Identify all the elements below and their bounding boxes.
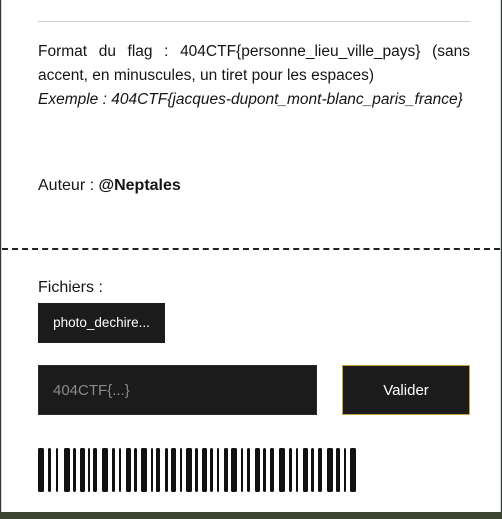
barcode-bar <box>195 448 198 492</box>
barcode-bar <box>80 448 85 492</box>
flag-input[interactable] <box>38 365 317 415</box>
barcode-bar <box>231 448 237 492</box>
barcode-bar <box>134 448 137 492</box>
author-line: Auteur : @Neptales <box>38 177 181 195</box>
barcode-bar <box>263 448 266 492</box>
barcode-bar <box>38 448 44 492</box>
barcode-bar <box>102 448 108 492</box>
barcode-bar <box>344 448 346 492</box>
barcode-bar <box>141 448 147 492</box>
barcode-bar <box>270 448 274 492</box>
barcode-bar <box>210 448 213 492</box>
barcode-bar <box>202 448 207 492</box>
barcode-bar <box>93 448 97 492</box>
background-strip <box>0 512 502 519</box>
top-divider <box>38 21 470 22</box>
barcode-bar <box>165 448 168 492</box>
barcode-bar <box>112 448 115 492</box>
file-download-button[interactable]: photo_dechire... <box>38 303 165 343</box>
barcode-bar <box>151 448 153 492</box>
barcode-bar <box>303 448 308 492</box>
author-label: Auteur : <box>38 177 99 194</box>
barcode-bar <box>336 448 340 492</box>
barcode-bar <box>119 448 121 492</box>
example-text: Exemple : 404CTF{jacques-dupont_mont-bla… <box>38 91 463 108</box>
barcode-bar <box>289 448 292 492</box>
barcode-bar <box>350 448 356 492</box>
barcode-bar <box>296 448 298 492</box>
barcode-bar <box>255 448 260 492</box>
barcode-bar <box>224 448 228 492</box>
barcode-bar <box>64 448 70 492</box>
barcode-bar <box>327 448 333 492</box>
barcode-bar <box>48 448 51 492</box>
files-label: Fichiers : <box>38 279 103 296</box>
barcode-bar <box>180 448 182 492</box>
flag-format-text: Format du flag : 404CTF{personne_lieu_vi… <box>38 43 470 84</box>
barcode-bar <box>241 448 243 492</box>
submit-button[interactable]: Valider <box>342 365 470 415</box>
author-name: @Neptales <box>98 177 181 194</box>
dashed-separator <box>2 248 500 250</box>
barcode-bar <box>156 448 160 492</box>
barcode-bar <box>279 448 285 492</box>
barcode-decoration <box>38 448 356 492</box>
challenge-card: Format du flag : 404CTF{personne_lieu_vi… <box>1 0 501 512</box>
barcode-bar <box>56 448 58 492</box>
barcode-bar <box>73 448 76 492</box>
challenge-description: Format du flag : 404CTF{personne_lieu_vi… <box>38 40 470 112</box>
barcode-bar <box>311 448 314 492</box>
barcode-bar <box>186 448 192 492</box>
barcode-bar <box>88 448 90 492</box>
barcode-bar <box>247 448 250 492</box>
barcode-bar <box>171 448 176 492</box>
barcode-bar <box>318 448 322 492</box>
barcode-bar <box>217 448 219 492</box>
barcode-bar <box>126 448 131 492</box>
